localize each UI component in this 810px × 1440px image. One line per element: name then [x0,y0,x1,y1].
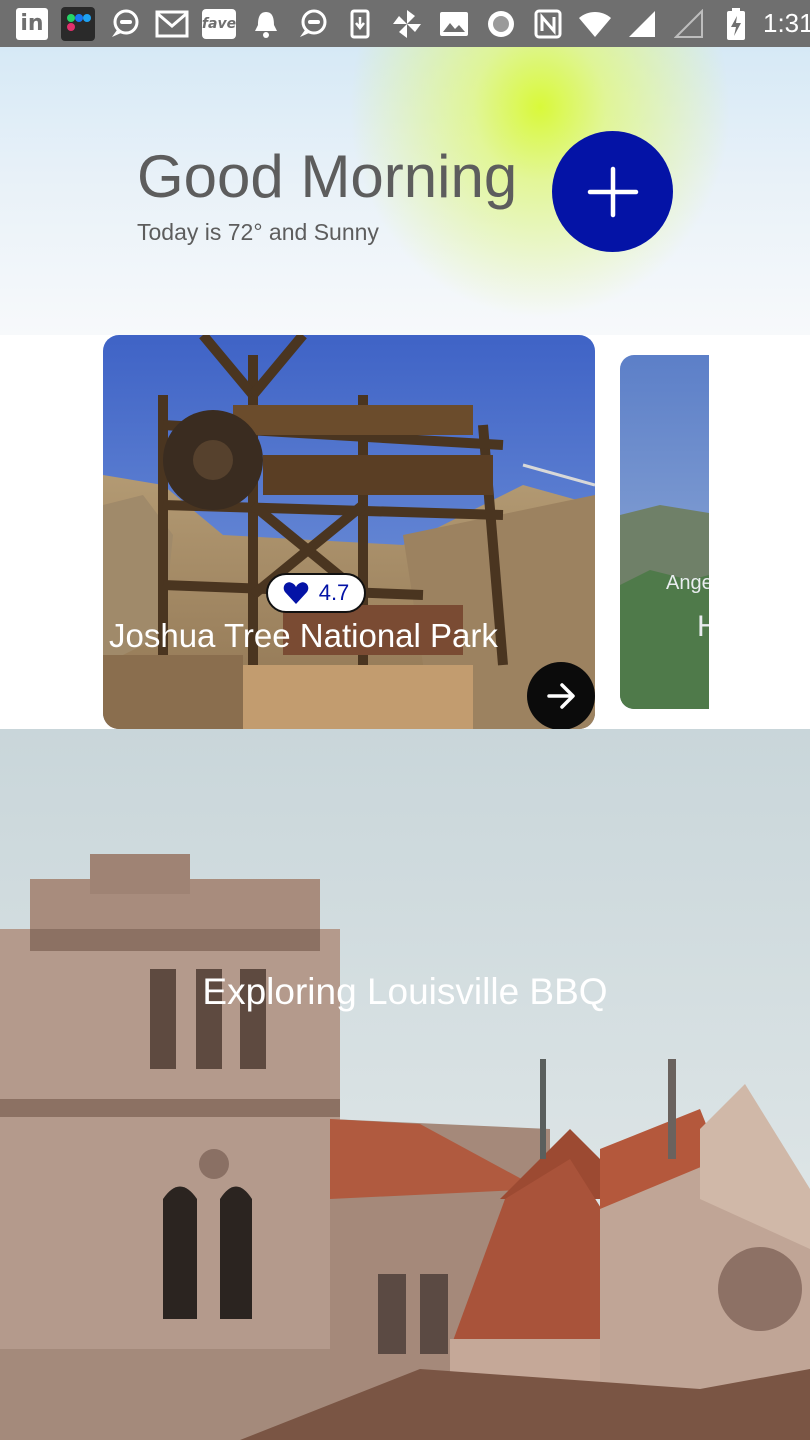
linkedin-icon: in [16,7,48,40]
destination-carousel[interactable]: 4.7 Joshua Tree National Park Ange H [0,335,810,729]
fave-icon: fave [202,8,236,39]
battery-charging-icon [719,7,753,41]
greeting-title: Good Morning [137,143,518,210]
chat-icon [108,7,142,41]
rating-badge: 4.7 [266,573,366,613]
featured-story[interactable]: Exploring Louisville BBQ [0,729,810,1440]
open-destination-button[interactable] [527,662,595,729]
gmail-icon [155,7,189,41]
card-photo [620,355,709,709]
destination-card[interactable]: 4.7 Joshua Tree National Park [103,335,595,729]
card-title: Joshua Tree National Park [109,617,498,654]
notification-bell-icon [249,7,283,41]
card-photo [103,335,595,729]
rating-value: 4.7 [318,580,350,605]
arrow-right-icon [547,683,575,709]
feature-title: Exploring Louisville BBQ [202,971,608,1012]
pinwheel-icon [390,7,424,41]
plus-icon [587,166,638,217]
social-apps-icon [61,6,95,41]
heart-icon [283,582,309,604]
chat-icon [296,7,330,41]
nfc-icon [531,7,565,41]
image-icon [437,7,471,41]
weather-subtitle: Today is 72° and Sunny [137,219,379,245]
status-bar: in fave 1:31 [0,0,810,47]
card-subtitle: Ange [666,572,709,594]
greeting-header: Good Morning Today is 72° and Sunny [0,47,810,335]
signal-icon [625,7,659,41]
card-title: H [697,610,709,643]
signal-weak-icon [672,7,706,41]
clock: 1:31 [763,8,810,38]
feature-photo [0,729,810,1440]
wifi-icon [578,7,612,41]
download-icon [343,7,377,41]
add-button[interactable] [552,131,673,252]
record-icon [484,7,518,41]
destination-card-next[interactable]: Ange H [620,355,709,709]
